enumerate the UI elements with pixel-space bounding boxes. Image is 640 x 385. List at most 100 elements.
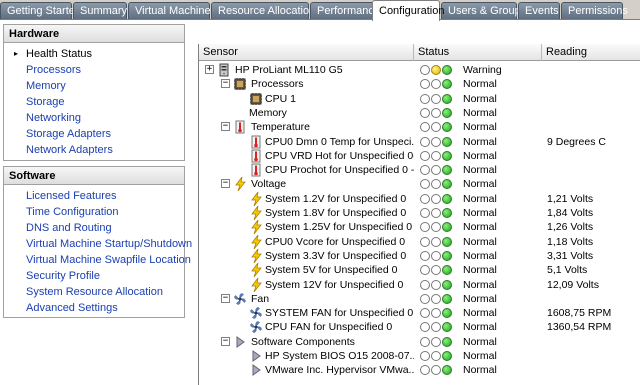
status-indicator [420, 165, 456, 176]
status-indicator [420, 308, 456, 319]
table-row[interactable]: CPU Prochot for Unspecified 0 -... Normal [199, 163, 640, 177]
table-row[interactable]: − Temperature Normal [199, 120, 640, 134]
table-row[interactable]: CPU0 Dmn 0 Temp for Unspeci... Normal 9 De… [199, 135, 640, 149]
software-item-advanced-settings[interactable]: Advanced Settings [4, 300, 184, 316]
status-column-header[interactable]: Status [414, 44, 542, 61]
reading-value: 12,09 Volts [547, 278, 599, 291]
table-row[interactable]: System 3.3V for Unspecified 0 Normal 3,31 … [199, 248, 640, 264]
status-text: Normal [463, 78, 497, 91]
table-row[interactable]: − Software Components Normal [199, 335, 640, 349]
table-row[interactable]: System 5V for Unspecified 0 Normal 5,1 Vol… [199, 262, 640, 278]
table-row[interactable]: − Processors Normal [199, 77, 640, 91]
status-text: Normal [463, 121, 497, 134]
status-text: Normal [463, 207, 497, 219]
status-indicator [420, 107, 456, 118]
tab-events[interactable]: Events [518, 2, 560, 19]
component-icon [249, 363, 263, 377]
reading-value: 1608,75 RPM [547, 307, 612, 320]
status-light-icon [431, 336, 441, 347]
status-light-icon [420, 65, 430, 75]
status-indicator [420, 322, 456, 333]
tab-configuration[interactable]: Configuration [372, 0, 444, 21]
status-indicator [420, 93, 456, 104]
expand-icon[interactable]: + [205, 65, 214, 74]
table-row[interactable]: CPU 1 Normal [199, 92, 640, 106]
hardware-item-memory[interactable]: Memory [4, 78, 184, 94]
status-light-icon [431, 179, 441, 190]
reading-value: 9 Degrees C [547, 135, 606, 148]
hardware-item-networking[interactable]: Networking [4, 110, 184, 126]
table-row[interactable]: System 1.2V for Unspecified 0 Normal 1,21 … [199, 191, 640, 206]
table-row[interactable]: System 12V for Unspecified 0 Normal 12,09 … [199, 277, 640, 292]
status-light-icon [431, 93, 441, 104]
software-item-licensed-features[interactable]: Licensed Features [4, 188, 184, 204]
software-item-time-configuration[interactable]: Time Configuration [4, 204, 184, 220]
collapse-icon[interactable]: − [221, 336, 230, 346]
status-light-icon [431, 122, 441, 133]
status-text: Normal [463, 307, 497, 320]
sensor-name: CPU FAN for Unspecified 0 [265, 321, 393, 334]
hardware-item-storage-adapters[interactable]: Storage Adapters [4, 126, 184, 142]
table-row[interactable]: SYSTEM FAN for Unspecified 0 Normal 1608,7… [199, 306, 640, 320]
hardware-item-processors[interactable]: Processors [4, 62, 184, 78]
status-light-icon [431, 322, 441, 333]
status-light-icon [442, 322, 452, 333]
tab-summary[interactable]: Summary [73, 2, 127, 19]
sensor-column-header[interactable]: Sensor [199, 44, 414, 61]
table-row[interactable]: Memory Normal [199, 106, 640, 120]
status-light-icon [442, 107, 452, 118]
status-light-icon [431, 236, 441, 247]
sensor-name: Software Components [251, 335, 355, 348]
collapse-icon[interactable]: − [221, 122, 230, 132]
table-row[interactable]: System 1.25V for Unspecified 0 Normal 1,26… [199, 220, 640, 235]
sensor-name: Fan [251, 292, 270, 305]
software-item-virtual-machine-swapfile-location[interactable]: Virtual Machine Swapfile Location [4, 252, 191, 268]
software-item-dns-and-routing[interactable]: DNS and Routing [4, 220, 184, 236]
status-indicator [420, 265, 456, 276]
software-item-virtual-machine-startup-shutdown[interactable]: Virtual Machine Startup/Shutdown [4, 236, 192, 252]
processor-icon [233, 77, 247, 91]
software-item-security-profile[interactable]: Security Profile [4, 268, 184, 284]
table-row[interactable]: + HP ProLiant ML110 G5 Warning [199, 63, 640, 77]
status-light-icon [420, 150, 430, 161]
software-item-system-resource-allocation[interactable]: System Resource Allocation [4, 284, 184, 300]
hardware-item-health-status[interactable]: ▸ Health Status [4, 46, 184, 62]
status-indicator [420, 250, 456, 261]
tab-resource-allocation[interactable]: Resource Allocation [211, 2, 315, 19]
tab-getting-started[interactable]: Getting Started [0, 2, 81, 19]
reading-column-header[interactable]: Reading [542, 44, 640, 61]
hardware-item-storage[interactable]: Storage [4, 94, 184, 110]
table-row[interactable]: VMware Inc. Hypervisor VMwa... Normal [199, 363, 640, 377]
sensor-name: Voltage [251, 178, 287, 191]
collapse-icon[interactable]: − [221, 293, 230, 303]
table-row[interactable]: System 1.8V for Unspecified 0 Normal 1,84 … [199, 205, 640, 221]
table-row[interactable]: − Fan Normal [199, 292, 640, 306]
table-row[interactable]: HP System BIOS O15 2008-07... Normal [199, 349, 640, 363]
tab-users-groups[interactable]: Users & Groups [441, 2, 526, 19]
table-row[interactable]: CPU FAN for Unspecified 0 Normal 1360,54 R… [199, 320, 640, 334]
status-text: Warning [463, 64, 502, 76]
status-light-icon [442, 136, 452, 147]
tab-permissions[interactable]: Permissions [561, 2, 628, 19]
tab-virtual-machines[interactable]: Virtual Machines [128, 2, 216, 19]
table-row[interactable]: − Voltage Normal [199, 177, 640, 192]
table-row[interactable]: CPU0 Vcore for Unspecified 0 Normal 1,18 V… [199, 234, 640, 249]
sensor-name: SYSTEM FAN for Unspecified 0 [265, 307, 414, 320]
sensor-name: System 12V for Unspecified 0 [265, 278, 404, 291]
status-light-icon [442, 265, 452, 276]
cpu-icon [249, 92, 263, 106]
status-text: Normal [463, 235, 497, 248]
hardware-item-label: Health Status [26, 48, 93, 60]
status-text: Normal [463, 264, 497, 277]
table-row[interactable]: CPU VRD Hot for Unspecified 0-... Normal [199, 149, 640, 163]
status-light-icon [420, 179, 430, 190]
collapse-icon[interactable]: − [221, 79, 230, 89]
hardware-item-label: Storage Adapters [26, 128, 112, 140]
thermometer-icon [249, 135, 263, 149]
hardware-item-network-adapters[interactable]: Network Adapters [4, 142, 184, 158]
status-indicator [420, 150, 456, 161]
component-icon [233, 335, 247, 349]
collapse-icon[interactable]: − [221, 179, 230, 189]
tab-performance[interactable]: Performance [310, 2, 380, 19]
status-text: Normal [463, 221, 497, 234]
